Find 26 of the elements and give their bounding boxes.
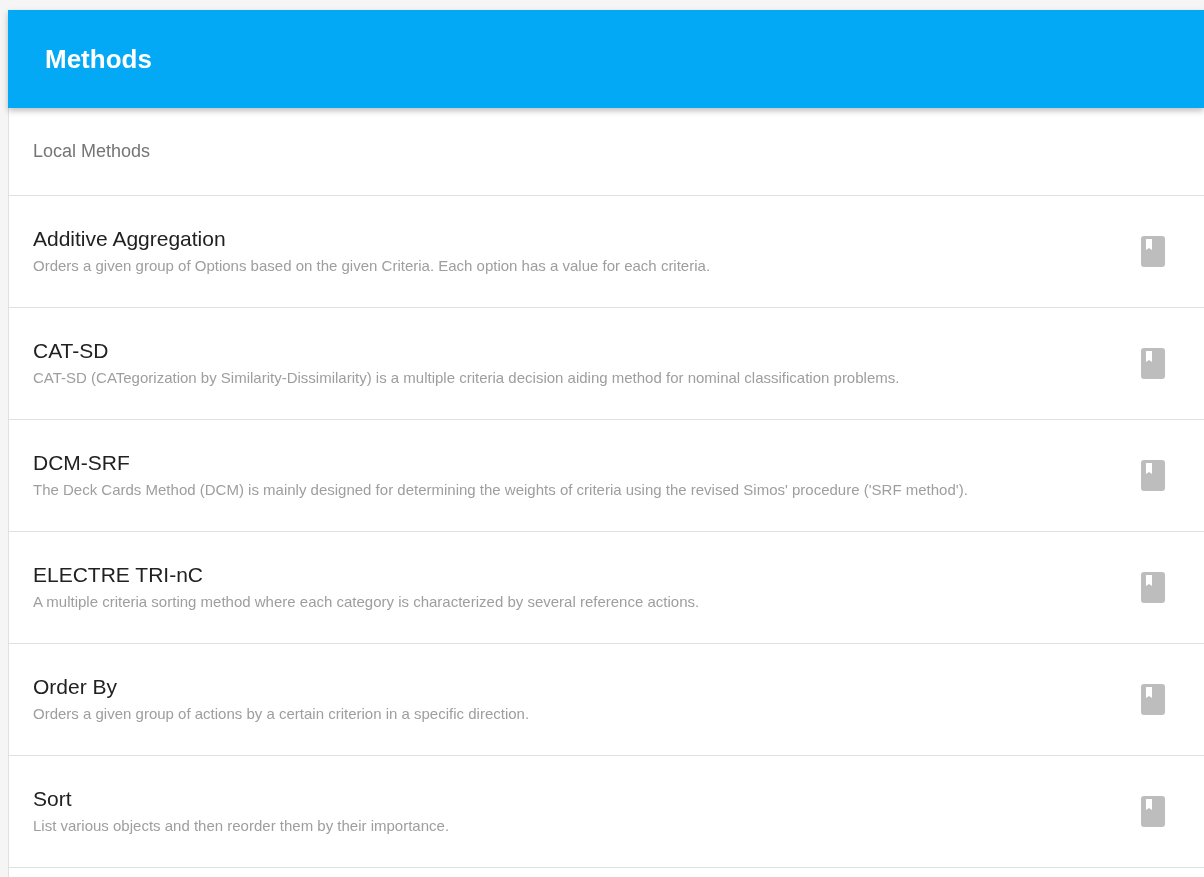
method-name: Additive Aggregation [33,226,227,252]
method-list-item[interactable]: Sort List various objects and then reorder them by their importance. [9,756,1204,868]
method-list-item[interactable]: Order By Orders a given group of actions by a certain criterion in a specific direction. [9,644,1204,756]
method-description: List various objects and then reorder them by their importance. [33,816,450,836]
method-name: CAT-SD [33,338,110,364]
method-description: The Deck Cards Method (DCM) is mainly designed for determining the weights of criteria using the revised Simos' procedure ('SRF method'). [33,480,968,500]
method-name: DCM-SRF [33,450,131,476]
header-title: Methods [45,42,152,76]
method-description: Orders a given group of Options based on the given Criteria. Each option has a value for each criteria. [33,256,711,276]
method-description: A multiple criteria sorting method where each category is characterized by several reference actions. [33,592,700,612]
method-name: Order By [33,674,119,700]
book-icon[interactable] [1141,796,1165,827]
method-name: ELECTRE TRI-nC [33,562,204,588]
method-name: Sort [33,786,73,812]
book-icon[interactable] [1141,348,1165,379]
book-icon[interactable] [1141,236,1165,267]
method-description: CAT-SD (CATegorization by Similarity-Dissimilarity) is a multiple criteria decision aiding method for nominal classification problems. [33,368,900,388]
method-list-item[interactable]: ELECTRE TRI-nC A multiple criteria sorting method where each category is characterized by several reference actions. [9,532,1204,644]
book-icon[interactable] [1141,572,1165,603]
method-list-item[interactable]: DCM-SRF The Deck Cards Method (DCM) is mainly designed for determining the weights of criteria using the revised Simos' procedure ('SRF method'). [9,420,1204,532]
method-description: Orders a given group of actions by a certain criterion in a specific direction. [33,704,530,724]
book-icon[interactable] [1141,684,1165,715]
section-title: Local Methods [33,140,151,163]
method-list-item[interactable]: CAT-SD CAT-SD (CATegorization by Similarity-Dissimilarity) is a multiple criteria decision aiding method for nominal classification problems. [9,308,1204,420]
book-icon[interactable] [1141,460,1165,491]
method-list-item[interactable]: Additive Aggregation Orders a given group of Options based on the given Criteria. Each option has a value for each criteria. [9,196,1204,308]
